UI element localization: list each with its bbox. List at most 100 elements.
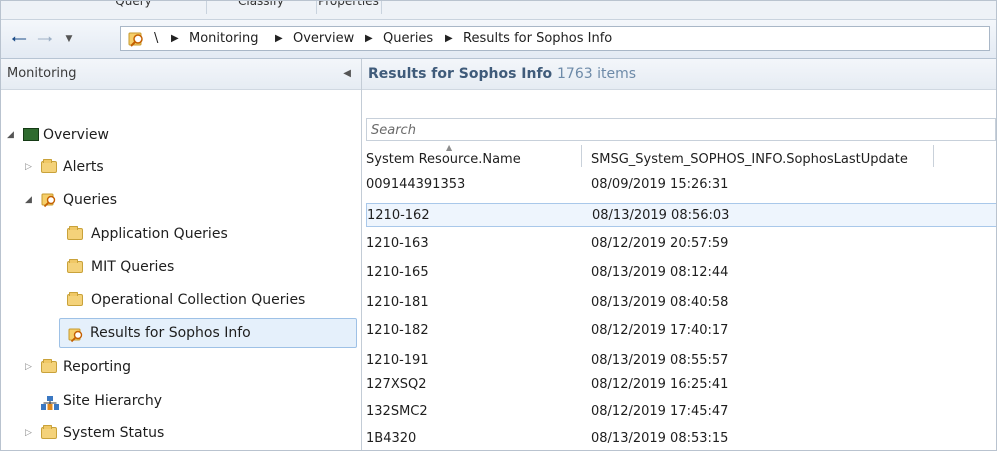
search-input[interactable] — [371, 121, 971, 139]
table-row[interactable]: 1210-162 08/13/2019 08:56:03 — [366, 203, 996, 227]
breadcrumb-separator-icon[interactable]: ▶ — [171, 27, 179, 50]
cell-name: 1210-191 — [366, 353, 429, 368]
breadcrumb-queries[interactable]: Queries — [383, 27, 433, 50]
tree-item-overview[interactable]: ◢ Overview — [1, 123, 356, 147]
address-bar: 🠀 🠂 ▼ \ ▶ Monitoring ▶ Overview ▶ Querie… — [1, 20, 996, 59]
cell-name: 009144391353 — [366, 177, 466, 192]
tree-item-operational-collection-queries[interactable]: Operational Collection Queries — [1, 288, 356, 312]
folder-icon — [41, 159, 57, 173]
folder-icon — [41, 425, 57, 439]
cell-name: 1210-163 — [366, 236, 429, 251]
cell-name: 1B4320 — [366, 431, 417, 446]
table-row[interactable]: 1B4320 08/13/2019 08:53:15 — [366, 427, 996, 450]
ribbon-tab-classify[interactable]: Classify — [206, 1, 317, 14]
table-row[interactable]: 132SMC2 08/12/2019 17:45:47 — [366, 400, 996, 424]
breadcrumb-overview[interactable]: Overview — [293, 27, 354, 50]
column-header-name[interactable]: ▲ System Resource.Name — [366, 143, 582, 167]
cell-last-update: 08/12/2019 20:57:59 — [591, 236, 729, 251]
tree-item-system-status[interactable]: ▷ System Status — [1, 421, 356, 445]
cell-name: 132SMC2 — [366, 404, 428, 419]
tree-item-application-queries[interactable]: Application Queries — [1, 222, 356, 246]
cell-last-update: 08/13/2019 08:40:58 — [591, 295, 729, 310]
column-label: System Resource.Name — [366, 152, 521, 167]
tree-item-label: Overview — [43, 127, 109, 143]
column-label: SMSG_System_SOPHOS_INFO.SophosLastUpdate — [591, 152, 908, 167]
cell-last-update: 08/13/2019 08:12:44 — [591, 265, 729, 280]
table-row[interactable]: 1210-181 08/13/2019 08:40:58 — [366, 291, 996, 315]
search-box[interactable] — [366, 118, 996, 141]
tree-item-label: Application Queries — [91, 226, 228, 242]
tree-item-site-hierarchy[interactable]: Site Hierarchy — [1, 389, 356, 413]
query-icon — [127, 30, 145, 56]
tree-item-label: Alerts — [63, 159, 104, 175]
breadcrumb-monitoring[interactable]: Monitoring — [189, 27, 259, 50]
breadcrumb-separator-icon[interactable]: ▶ — [275, 27, 283, 50]
navigation-pane-header: Monitoring ◀ — [1, 59, 361, 90]
results-pane: Results for Sophos Info 1763 items ▲ Sys… — [362, 59, 996, 450]
query-icon — [41, 192, 57, 208]
results-header: Results for Sophos Info 1763 items — [362, 59, 996, 90]
cell-last-update: 08/13/2019 08:56:03 — [592, 208, 730, 223]
breadcrumb-separator-icon[interactable]: ▶ — [365, 27, 373, 50]
folder-icon — [67, 292, 83, 306]
cell-last-update: 08/12/2019 16:25:41 — [591, 377, 729, 392]
table-row[interactable]: 1210-191 08/13/2019 08:55:57 — [366, 349, 996, 373]
column-header-last-update[interactable]: SMSG_System_SOPHOS_INFO.SophosLastUpdate — [581, 145, 934, 167]
query-icon — [68, 325, 84, 343]
workspace-title: Monitoring — [7, 66, 77, 81]
navigation-pane: Monitoring ◀ ◢ Overview ▷ Alerts ◢ Queri… — [1, 59, 362, 450]
history-dropdown-icon[interactable]: ▼ — [59, 29, 79, 49]
cell-name: 1210-182 — [366, 323, 429, 338]
cell-name: 127XSQ2 — [366, 377, 427, 392]
site-hierarchy-icon — [41, 394, 59, 410]
collapse-pane-icon[interactable]: ◀ — [343, 59, 351, 89]
collapse-triangle-icon[interactable]: ◢ — [7, 123, 14, 147]
tree-item-alerts[interactable]: ▷ Alerts — [1, 155, 356, 179]
table-row[interactable]: 1210-165 08/13/2019 08:12:44 — [366, 261, 996, 285]
expand-triangle-icon[interactable]: ▷ — [25, 355, 32, 379]
tree-item-label: Site Hierarchy — [63, 393, 162, 409]
folder-icon — [67, 226, 83, 240]
column-header-row: ▲ System Resource.Name SMSG_System_SOPHO… — [366, 143, 996, 169]
expand-triangle-icon[interactable]: ▷ — [25, 155, 32, 179]
ribbon-tab-query[interactable]: Query — [61, 1, 207, 14]
table-row[interactable]: 1210-182 08/12/2019 17:40:17 — [366, 319, 996, 343]
expand-triangle-icon[interactable]: ▷ — [25, 421, 32, 445]
table-row[interactable]: 1210-163 08/12/2019 20:57:59 — [366, 232, 996, 256]
tree-item-results-for-sophos-info[interactable]: Results for Sophos Info — [59, 318, 357, 348]
cell-name: 1210-181 — [366, 295, 429, 310]
tree-item-label: Reporting — [63, 359, 132, 375]
table-row[interactable]: 127XSQ2 08/12/2019 16:25:41 — [366, 373, 996, 397]
ribbon-tab-properties[interactable]: Properties — [316, 1, 382, 14]
cell-last-update: 08/09/2019 15:26:31 — [591, 177, 729, 192]
tree-item-label: Results for Sophos Info — [90, 325, 251, 341]
breadcrumb-root[interactable]: \ — [154, 27, 158, 50]
breadcrumb[interactable]: \ ▶ Monitoring ▶ Overview ▶ Queries ▶ Re… — [120, 26, 990, 51]
ribbon-tab-strip: Query Classify Properties — [1, 1, 996, 20]
cell-name: 1210-162 — [367, 208, 430, 223]
results-title: Results for Sophos Info — [368, 66, 553, 82]
console-window: Query Classify Properties 🠀 🠂 ▼ \ ▶ Moni… — [0, 0, 997, 451]
tree-item-reporting[interactable]: ▷ Reporting — [1, 355, 356, 379]
cell-last-update: 08/12/2019 17:45:47 — [591, 404, 729, 419]
cell-last-update: 08/13/2019 08:55:57 — [591, 353, 729, 368]
folder-icon — [67, 259, 83, 273]
table-row[interactable]: 009144391353 08/09/2019 15:26:31 — [366, 173, 996, 197]
monitor-icon — [23, 128, 39, 141]
breadcrumb-results[interactable]: Results for Sophos Info — [463, 27, 612, 50]
cell-last-update: 08/12/2019 17:40:17 — [591, 323, 729, 338]
tree-item-label: Operational Collection Queries — [91, 292, 306, 308]
results-count: 1763 items — [557, 66, 637, 82]
folder-icon — [41, 359, 57, 373]
tree-item-mit-queries[interactable]: MIT Queries — [1, 255, 356, 279]
cell-last-update: 08/13/2019 08:53:15 — [591, 431, 729, 446]
tree-item-queries[interactable]: ◢ Queries — [1, 188, 356, 212]
forward-arrow-icon[interactable]: 🠂 — [35, 29, 55, 49]
tree-item-label: Queries — [63, 192, 118, 208]
tree-item-label: System Status — [63, 425, 165, 441]
cell-name: 1210-165 — [366, 265, 429, 280]
tree-item-label: MIT Queries — [91, 259, 175, 275]
breadcrumb-separator-icon[interactable]: ▶ — [445, 27, 453, 50]
back-arrow-icon[interactable]: 🠀 — [9, 29, 29, 49]
collapse-triangle-icon[interactable]: ◢ — [25, 188, 32, 212]
